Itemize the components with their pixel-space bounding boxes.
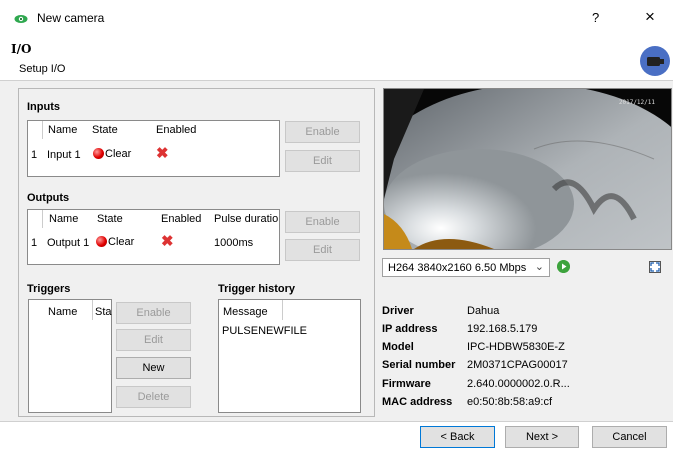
- serial-label: Serial number: [382, 359, 456, 371]
- input-state: Clear: [93, 148, 131, 160]
- firmware-label: Firmware: [382, 378, 431, 390]
- trigger-history-list[interactable]: Message PULSENEWFILE: [218, 299, 361, 413]
- inputs-edit-button[interactable]: Edit: [285, 150, 360, 172]
- driver-label: Driver: [382, 305, 414, 317]
- triggers-label: Triggers: [27, 283, 71, 295]
- mac-label: MAC address: [382, 396, 453, 408]
- outputs-col-pulse: Pulse duratio: [214, 213, 278, 225]
- red-x-icon: ✖: [161, 233, 174, 250]
- camera-icon: [647, 57, 664, 66]
- video-preview[interactable]: 2017/12/11: [383, 88, 672, 250]
- serial-value: 2M0371CPAG00017: [467, 359, 568, 371]
- camera-button[interactable]: [640, 46, 670, 76]
- stream-select[interactable]: H264 3840x2160 6.50 Mbps ⌄: [382, 258, 550, 277]
- stream-select-value: H264 3840x2160 6.50 Mbps: [388, 262, 527, 274]
- driver-value: Dahua: [467, 305, 500, 317]
- trigger-history-label: Trigger history: [218, 283, 296, 295]
- triggers-table[interactable]: Name Sta: [28, 299, 112, 413]
- eye-icon: [14, 15, 28, 23]
- model-value: IPC-HDBW5830E-Z: [467, 341, 565, 353]
- firmware-value: 2.640.0000002.0.R...: [467, 378, 570, 390]
- camera-feed-image: [384, 89, 671, 249]
- output-pulse: 1000ms: [214, 237, 254, 249]
- red-status-icon: [96, 236, 107, 247]
- red-x-icon: ✖: [156, 145, 169, 162]
- inputs-col-state: State: [92, 124, 118, 136]
- inputs-enable-button[interactable]: Enable: [285, 121, 360, 143]
- row-index: 1: [31, 237, 38, 249]
- outputs-col-enabled: Enabled: [161, 213, 202, 225]
- inputs-col-name: Name: [48, 124, 78, 136]
- cancel-button[interactable]: Cancel: [592, 426, 667, 448]
- output-name: Output 1: [47, 237, 90, 249]
- triggers-new-button[interactable]: New: [116, 357, 191, 379]
- inputs-label: Inputs: [27, 101, 60, 113]
- back-button[interactable]: < Back: [420, 426, 495, 448]
- close-button[interactable]: ×: [645, 7, 655, 27]
- play-icon[interactable]: [557, 260, 570, 273]
- next-button[interactable]: Next >: [505, 426, 579, 448]
- outputs-enable-button[interactable]: Enable: [285, 211, 360, 233]
- inputs-col-enabled: Enabled: [156, 124, 197, 136]
- triggers-col-state: Sta: [95, 306, 112, 318]
- triggers-edit-button[interactable]: Edit: [116, 329, 191, 351]
- ip-label: IP address: [382, 323, 438, 335]
- triggers-col-name: Name: [48, 306, 78, 318]
- output-state: Clear: [96, 236, 134, 248]
- timestamp-overlay: 2017/12/11: [618, 99, 655, 106]
- outputs-col-name: Name: [49, 213, 79, 225]
- row-index: 1: [31, 149, 38, 161]
- outputs-label: Outputs: [27, 192, 70, 204]
- help-button[interactable]: ?: [592, 10, 599, 25]
- red-status-icon: [93, 148, 104, 159]
- ip-value: 192.168.5.179: [467, 323, 538, 335]
- page-subtitle: Setup I/O: [19, 63, 66, 75]
- triggers-enable-button[interactable]: Enable: [116, 302, 191, 324]
- model-label: Model: [382, 341, 414, 353]
- triggers-delete-button[interactable]: Delete: [116, 386, 191, 408]
- fullscreen-icon[interactable]: [649, 261, 661, 273]
- mac-value: e0:50:8b:58:a9:cf: [467, 396, 553, 408]
- window-title: New camera: [37, 11, 105, 25]
- history-col-message: Message: [223, 306, 268, 318]
- inputs-table[interactable]: Name State Enabled 1 Input 1 Clear ✖: [27, 120, 280, 177]
- outputs-edit-button[interactable]: Edit: [285, 239, 360, 261]
- chevron-down-icon: ⌄: [534, 261, 544, 273]
- input-name: Input 1: [47, 149, 81, 161]
- list-item[interactable]: PULSENEWFILE: [222, 325, 307, 337]
- outputs-col-state: State: [97, 213, 123, 225]
- outputs-table[interactable]: Name State Enabled Pulse duratio 1 Outpu…: [27, 209, 280, 265]
- page-title: I/O: [11, 42, 32, 56]
